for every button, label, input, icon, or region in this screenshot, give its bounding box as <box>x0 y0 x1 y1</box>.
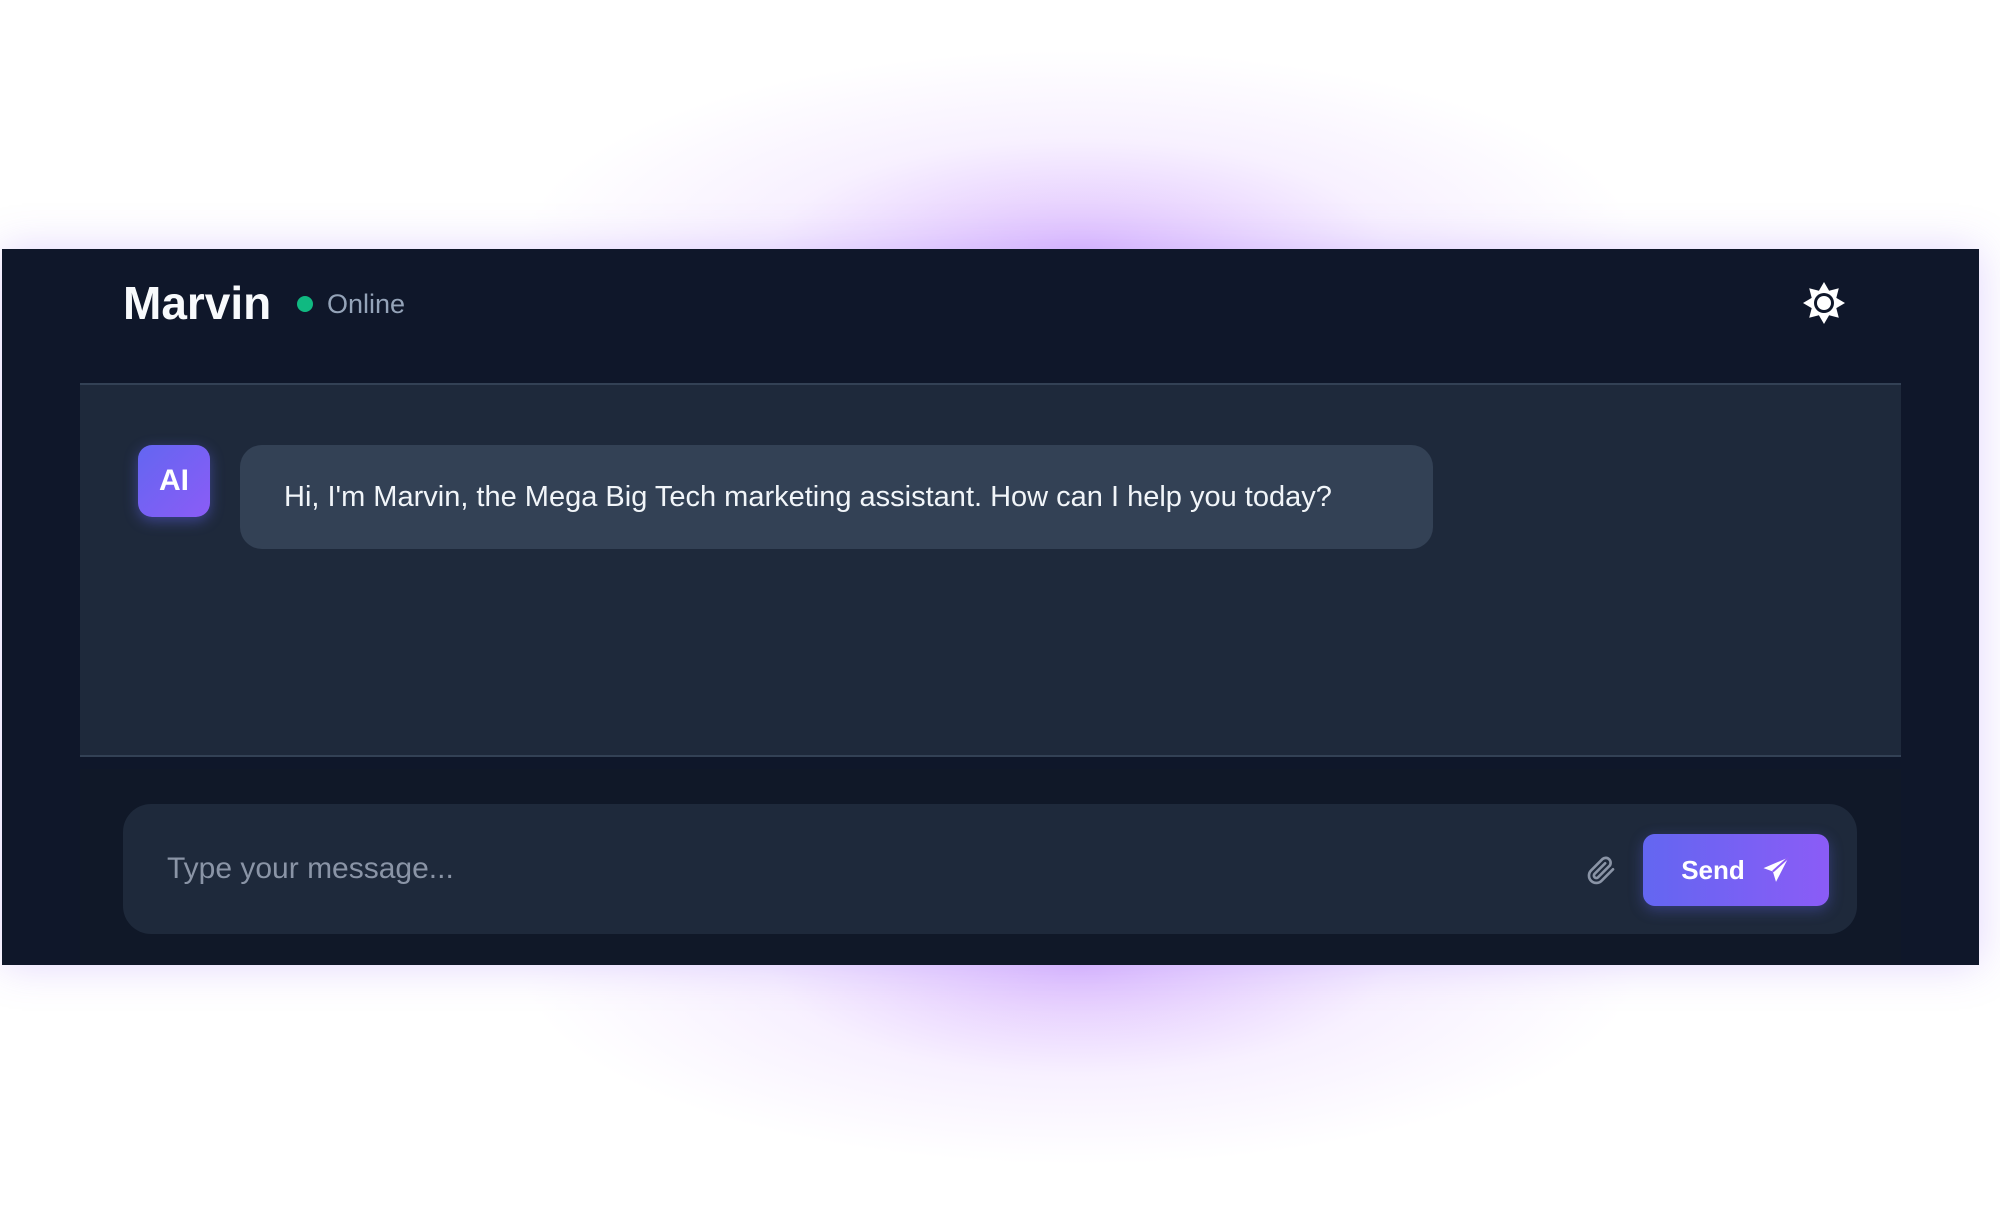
status-text: Online <box>327 288 406 319</box>
paper-plane-icon <box>1763 856 1789 882</box>
message-composer: Send <box>123 804 1857 934</box>
chat-header: Marvin Online <box>2 249 1979 385</box>
theme-toggle-button[interactable] <box>1800 279 1848 327</box>
send-button[interactable]: Send <box>1643 834 1829 906</box>
send-label: Send <box>1681 854 1745 885</box>
paperclip-icon <box>1587 856 1615 885</box>
sun-icon <box>1803 282 1845 324</box>
online-dot-icon <box>297 296 313 312</box>
assistant-name: Marvin <box>123 277 272 329</box>
ai-avatar: AI <box>138 445 210 517</box>
message-input[interactable] <box>167 839 1587 899</box>
attach-button[interactable] <box>1585 854 1617 886</box>
ai-message-bubble: Hi, I'm Marvin, the Mega Big Tech market… <box>240 445 1433 549</box>
message-list[interactable]: AI Hi, I'm Marvin, the Mega Big Tech mar… <box>80 383 1901 757</box>
status-indicator: Online <box>297 288 405 320</box>
